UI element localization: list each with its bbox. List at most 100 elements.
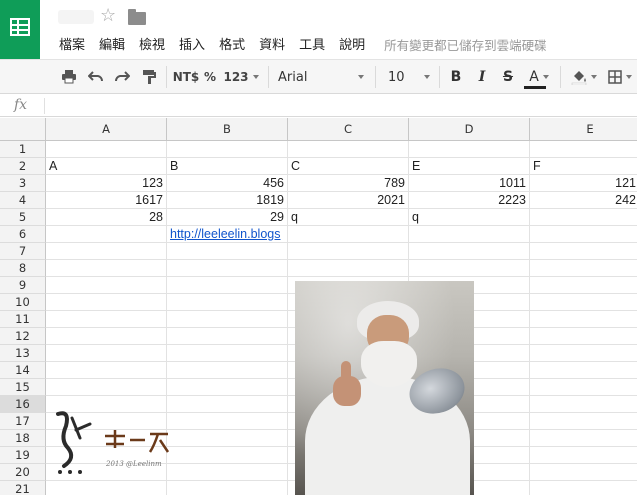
grid-cell[interactable]	[409, 226, 530, 243]
column-header-a[interactable]: A	[46, 118, 167, 141]
cell-b4[interactable]: 1819	[167, 192, 288, 209]
menu-insert[interactable]: 插入	[172, 37, 212, 55]
grid-cell[interactable]	[530, 464, 637, 481]
grid-cell[interactable]	[530, 396, 637, 413]
embedded-photo[interactable]	[295, 281, 474, 495]
row-header-15[interactable]: 15	[0, 379, 46, 396]
grid-cell[interactable]	[46, 481, 167, 495]
menu-format[interactable]: 格式	[212, 37, 252, 55]
strikethrough-button[interactable]: S	[498, 67, 518, 87]
cell-a2[interactable]: A	[46, 158, 167, 175]
row-header-14[interactable]: 14	[0, 362, 46, 379]
grid-cell[interactable]	[530, 226, 637, 243]
menu-view[interactable]: 檢視	[132, 37, 172, 55]
fill-color-button[interactable]	[568, 67, 600, 87]
formula-input[interactable]	[50, 97, 630, 115]
cell-d2[interactable]: E	[409, 158, 530, 175]
column-header-e[interactable]: E	[530, 118, 637, 141]
grid-cell[interactable]	[167, 260, 288, 277]
grid-cell[interactable]	[530, 447, 637, 464]
cell-e5[interactable]	[530, 209, 637, 226]
cell-a5[interactable]: 28	[46, 209, 167, 226]
grid-cell[interactable]	[530, 277, 637, 294]
grid-cell[interactable]	[167, 430, 288, 447]
grid-cell[interactable]	[167, 362, 288, 379]
grid-cell[interactable]	[530, 260, 637, 277]
redo-icon[interactable]	[111, 67, 133, 87]
grid-cell[interactable]	[167, 243, 288, 260]
column-header-d[interactable]: D	[409, 118, 530, 141]
row-header-17[interactable]: 17	[0, 413, 46, 430]
cell-d3[interactable]: 1011	[409, 175, 530, 192]
sheets-logo[interactable]	[0, 0, 40, 59]
menu-tools[interactable]: 工具	[292, 37, 332, 55]
grid-cell[interactable]	[46, 328, 167, 345]
cell-c3[interactable]: 789	[288, 175, 409, 192]
row-header-1[interactable]: 1	[0, 141, 46, 158]
row-header-20[interactable]: 20	[0, 464, 46, 481]
row-header-6[interactable]: 6	[0, 226, 46, 243]
grid-cell[interactable]	[409, 141, 530, 158]
grid-cell[interactable]	[46, 311, 167, 328]
grid-cell[interactable]	[167, 141, 288, 158]
menu-edit[interactable]: 編輯	[92, 37, 132, 55]
document-title[interactable]	[58, 10, 94, 24]
grid-cell[interactable]	[46, 243, 167, 260]
cell-e2[interactable]: F	[530, 158, 637, 175]
grid-cell[interactable]	[530, 345, 637, 362]
grid-cell[interactable]	[167, 277, 288, 294]
folder-icon[interactable]	[128, 9, 146, 25]
cell-b6-link[interactable]: http://leeleelin.blogs	[167, 226, 288, 243]
column-header-c[interactable]: C	[288, 118, 409, 141]
undo-icon[interactable]	[85, 67, 107, 87]
grid-cell[interactable]	[167, 447, 288, 464]
menu-help[interactable]: 說明	[332, 37, 372, 55]
row-header-12[interactable]: 12	[0, 328, 46, 345]
grid-cell[interactable]	[167, 294, 288, 311]
row-header-2[interactable]: 2	[0, 158, 46, 175]
grid-cell[interactable]	[530, 328, 637, 345]
grid-cell[interactable]	[530, 311, 637, 328]
row-header-16[interactable]: 16	[0, 396, 46, 413]
grid-cell[interactable]	[288, 260, 409, 277]
bold-button[interactable]: B	[446, 67, 466, 87]
paint-format-icon[interactable]	[138, 67, 160, 87]
cell-b3[interactable]: 456	[167, 175, 288, 192]
text-color-button[interactable]: A	[522, 67, 556, 89]
grid-cell[interactable]	[46, 345, 167, 362]
row-header-10[interactable]: 10	[0, 294, 46, 311]
grid-cell[interactable]	[46, 362, 167, 379]
row-header-5[interactable]: 5	[0, 209, 46, 226]
row-header-13[interactable]: 13	[0, 345, 46, 362]
grid-cell[interactable]	[530, 362, 637, 379]
grid-cell[interactable]	[46, 277, 167, 294]
grid-cell[interactable]	[167, 413, 288, 430]
currency-format-button[interactable]: NT$	[171, 67, 201, 87]
row-header-9[interactable]: 9	[0, 277, 46, 294]
row-header-11[interactable]: 11	[0, 311, 46, 328]
grid-cell[interactable]	[167, 311, 288, 328]
row-header-3[interactable]: 3	[0, 175, 46, 192]
font-size-dropdown[interactable]: 10	[388, 67, 430, 87]
grid-cell[interactable]	[409, 243, 530, 260]
cell-e3[interactable]: 121	[530, 175, 637, 192]
grid-cell[interactable]	[46, 379, 167, 396]
grid-cell[interactable]	[530, 379, 637, 396]
grid-cell[interactable]	[530, 481, 637, 495]
cell-a4[interactable]: 1617	[46, 192, 167, 209]
grid-cell[interactable]	[46, 294, 167, 311]
column-header-b[interactable]: B	[167, 118, 288, 141]
cell-c5[interactable]: q	[288, 209, 409, 226]
grid-cell[interactable]	[530, 294, 637, 311]
print-icon[interactable]	[58, 67, 80, 87]
cell-b5[interactable]: 29	[167, 209, 288, 226]
italic-button[interactable]: I	[472, 67, 492, 87]
number-format-dropdown[interactable]: 123	[222, 67, 260, 87]
grid-cell[interactable]	[530, 141, 637, 158]
grid-cell[interactable]	[167, 396, 288, 413]
percent-format-button[interactable]: %	[202, 67, 218, 87]
menu-data[interactable]: 資料	[252, 37, 292, 55]
grid-cell[interactable]	[530, 243, 637, 260]
row-header-19[interactable]: 19	[0, 447, 46, 464]
grid-cell[interactable]	[46, 260, 167, 277]
